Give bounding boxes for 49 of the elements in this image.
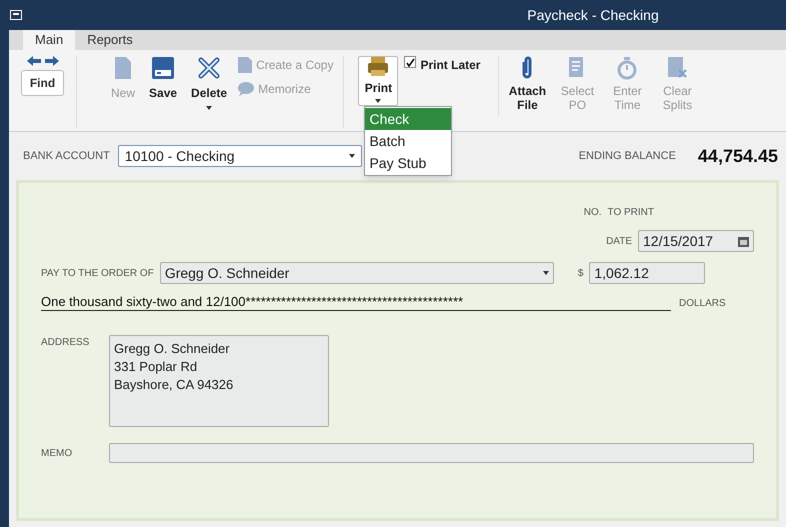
stopwatch-icon [616, 56, 638, 80]
date-field[interactable]: 12/15/2017 [638, 230, 754, 252]
tab[interactable]: Main [23, 30, 76, 50]
field-label: DOLLARS [679, 297, 726, 311]
amount-in-words: One thousand sixty-two and 12/100******************************************* [41, 294, 671, 311]
checkmark-icon [406, 58, 415, 66]
tab[interactable]: Reports [75, 30, 145, 50]
payee-dropdown[interactable]: Gregg O. Schneider [160, 262, 554, 284]
speech-bubble-icon [237, 81, 256, 97]
menu-item[interactable]: Pay Stub [365, 152, 452, 174]
caret-icon [542, 271, 549, 275]
document-icon [666, 56, 688, 80]
account-dropdown[interactable]: 10100 - Checking [118, 145, 362, 167]
field-label: ENDING BALANCE [578, 148, 676, 164]
address-field[interactable]: Gregg O. Schneider 331 Poplar Rd Bayshore, CA 94326 [109, 335, 329, 427]
print-button[interactable]: Print [358, 56, 398, 106]
window-menu-icon[interactable] [10, 10, 22, 20]
field-label: ADDRESS [41, 336, 90, 350]
save-icon [151, 56, 176, 80]
printer-icon [367, 57, 390, 77]
toolbar-button[interactable]: Delete [191, 56, 228, 110]
checkbox-label: Print Later [420, 57, 480, 74]
field-label: MEMO [41, 446, 74, 460]
window-title: Paycheck - Checking [526, 6, 660, 25]
forward-arrow-icon[interactable] [44, 56, 58, 66]
check-number: TO PRINT [608, 206, 654, 220]
calendar-icon[interactable] [738, 236, 749, 246]
field-label: DATE [606, 234, 632, 248]
paperclip-icon [520, 56, 534, 80]
memo-field[interactable] [109, 443, 754, 463]
field-label: PAY TO THE ORDER OF [41, 266, 154, 280]
back-arrow-icon[interactable] [26, 56, 40, 66]
caret-icon [206, 106, 212, 110]
find-button[interactable]: Find [20, 70, 64, 96]
toolbar-button[interactable]: Attach File [505, 56, 550, 112]
x-icon [197, 56, 222, 80]
field-label: $ [578, 266, 584, 280]
menu-item[interactable]: Check [365, 108, 452, 130]
caret-icon [348, 154, 355, 158]
ending-balance: 44,754.45 [698, 144, 778, 168]
field-label: NO. [584, 206, 602, 220]
document-icon [237, 56, 254, 74]
caret-icon [375, 99, 382, 103]
amount-field[interactable]: 1,062.12 [589, 262, 706, 284]
document-icon [113, 56, 133, 80]
checkbox[interactable] [404, 56, 416, 68]
menu-item[interactable]: Batch [365, 130, 452, 152]
field-label: BANK ACCOUNT [23, 148, 110, 164]
toolbar-button[interactable]: Save [149, 56, 178, 110]
